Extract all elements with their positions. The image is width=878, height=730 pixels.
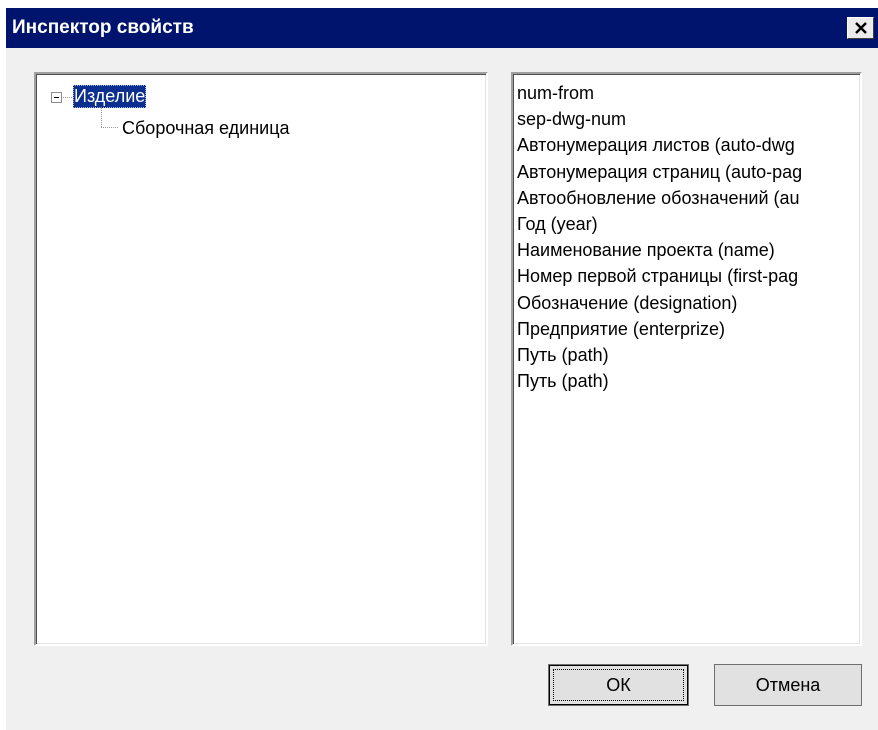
cancel-button-label: Отмена <box>755 675 821 695</box>
list-item[interactable]: Автонумерация листов (auto-dwg <box>517 132 860 158</box>
list-item[interactable]: num-from <box>517 80 860 106</box>
dialog-title: Инспектор свойств <box>12 17 194 38</box>
list-item[interactable]: Номер первой страницы (first-pag <box>517 263 860 289</box>
list-item[interactable]: Путь (path) <box>517 342 860 368</box>
list-item[interactable]: Наименование проекта (name) <box>517 237 860 263</box>
close-icon <box>855 22 867 34</box>
property-inspector-dialog: Инспектор свойств Изделие Сборочная един… <box>6 8 878 730</box>
collapse-icon[interactable] <box>51 92 62 103</box>
cancel-button[interactable]: Отмена <box>714 664 862 706</box>
object-tree[interactable]: Изделие Сборочная единица <box>34 72 488 646</box>
tree-node-child[interactable]: Сборочная единица <box>122 117 290 139</box>
close-button[interactable] <box>847 17 874 39</box>
list-item[interactable]: Автонумерация страниц (auto-pag <box>517 159 860 185</box>
list-item[interactable]: sep-dwg-num <box>517 106 860 132</box>
list-item[interactable]: Автообновление обозначений (au <box>517 185 860 211</box>
ok-button-label: ОК <box>606 675 631 695</box>
title-bar[interactable]: Инспектор свойств <box>6 8 878 48</box>
properties-items: num-from sep-dwg-num Автонумерация листо… <box>517 80 860 394</box>
tree-node-root[interactable]: Изделие <box>73 85 147 108</box>
list-item[interactable]: Обозначение (designation) <box>517 290 860 316</box>
properties-list[interactable]: num-from sep-dwg-num Автонумерация листо… <box>511 72 862 646</box>
list-item[interactable]: Предприятие (enterprize) <box>517 316 860 342</box>
tree-connector <box>63 97 72 98</box>
tree-connector <box>101 127 118 128</box>
list-item[interactable]: Год (year) <box>517 211 860 237</box>
list-item[interactable]: Путь (path) <box>517 368 860 394</box>
tree-connector <box>101 107 102 127</box>
ok-button[interactable]: ОК <box>548 664 689 706</box>
